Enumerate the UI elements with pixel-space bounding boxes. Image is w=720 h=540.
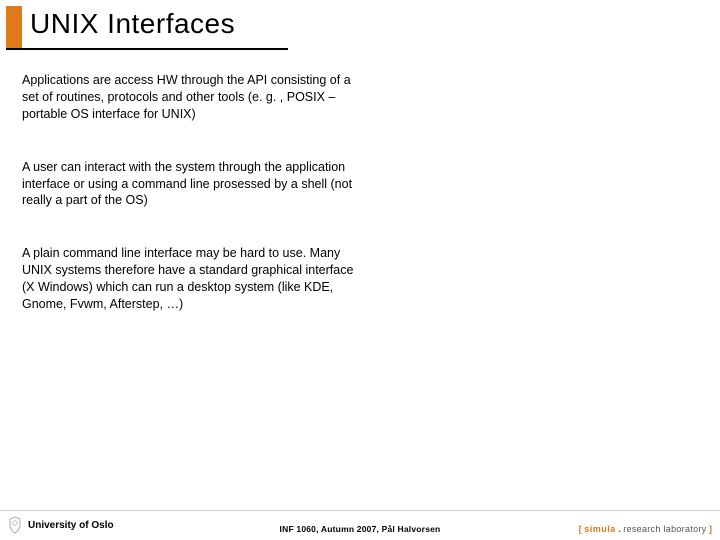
lab-suffix: research laboratory xyxy=(623,524,706,534)
body-text: Applications are access HW through the A… xyxy=(0,50,360,313)
paragraph-1: Applications are access HW through the A… xyxy=(22,72,360,123)
title-area: UNIX Interfaces xyxy=(0,0,720,50)
paragraph-3: A plain command line interface may be ha… xyxy=(22,245,360,313)
footer: University of Oslo INF 1060, Autumn 2007… xyxy=(0,510,720,540)
slide: UNIX Interfaces Applications are access … xyxy=(0,0,720,540)
title-bar: UNIX Interfaces xyxy=(6,6,720,48)
lab-bracket-close: ] xyxy=(707,524,713,534)
title-accent-block xyxy=(6,6,22,48)
footer-divider xyxy=(0,510,720,511)
slide-title: UNIX Interfaces xyxy=(22,6,235,48)
footer-lab: [ simula . research laboratory ] xyxy=(579,524,712,534)
paragraph-2: A user can interact with the system thro… xyxy=(22,159,360,210)
lab-name: simula xyxy=(584,524,616,534)
